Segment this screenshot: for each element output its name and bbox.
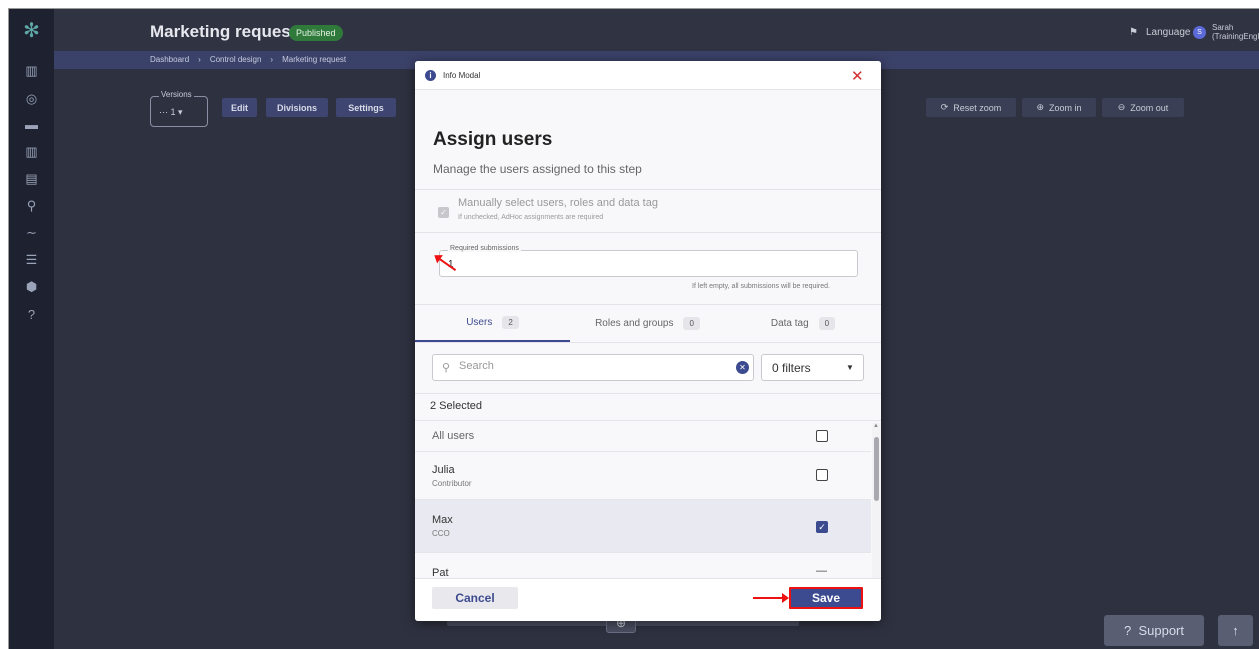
list-item[interactable]: All users — [415, 421, 871, 452]
user-menu[interactable]: Sarah (TrainingEnglish) — [1212, 23, 1259, 41]
page-title: Marketing request — [150, 22, 297, 41]
user-name: Julia — [432, 464, 455, 476]
zoom-in-icon: ⊕ — [1036, 102, 1050, 112]
library-icon[interactable]: ▤ — [9, 168, 54, 190]
modal-subtitle: Manage the users assigned to this step — [433, 162, 642, 176]
versions-select[interactable]: Versions ⋯ 1 ▾ — [150, 90, 208, 127]
status-badge: Published — [289, 25, 343, 41]
question-icon: ? — [1123, 623, 1139, 638]
zoom-in-button[interactable]: ⊕ Zoom in — [1022, 98, 1096, 117]
list-item[interactable]: Pat — — [415, 553, 871, 579]
top-header: Marketing request Published ⚑ Language S … — [54, 9, 1259, 51]
dashboard-icon[interactable]: ▥ — [9, 60, 54, 82]
search-input[interactable] — [459, 360, 719, 372]
manual-select-label: Manually select users, roles and data ta… — [458, 197, 658, 209]
selected-count: 2 Selected — [430, 400, 482, 412]
breadcrumb-item-marketing-request: Marketing request — [282, 55, 347, 64]
list-item[interactable]: Julia Contributor — [415, 452, 871, 500]
divisions-button[interactable]: Divisions — [266, 98, 328, 117]
tab-roles-and-groups[interactable]: Roles and groups 0 — [570, 304, 725, 342]
list-scrollbar[interactable]: ▲ ▼ — [872, 423, 881, 599]
tab-users[interactable]: Users 2 — [415, 304, 570, 342]
shield-gear-icon[interactable]: ⬢ — [9, 276, 54, 298]
zoom-out-button[interactable]: ⊖ Zoom out — [1102, 98, 1184, 117]
check-circle-icon[interactable]: ◎ — [9, 88, 54, 110]
user-name: Sarah — [1212, 23, 1234, 32]
breadcrumb-item-dashboard[interactable]: Dashboard — [150, 55, 189, 64]
settings-button[interactable]: Settings — [336, 98, 396, 117]
flag-icon: ⚑ — [1129, 27, 1138, 38]
user-role: CCO — [432, 529, 450, 538]
tab-users-count: 2 — [502, 315, 519, 329]
manual-select-checkbox[interactable]: ✓ — [438, 207, 449, 218]
required-submissions-label: Required submissions — [448, 245, 521, 252]
close-icon[interactable]: ✕ — [851, 67, 864, 85]
filters-dropdown[interactable]: 0 filters ▼ — [761, 354, 864, 381]
annotation-arrow — [753, 593, 789, 603]
divider — [415, 393, 881, 394]
assign-users-modal: i Info Modal ✕ Assign users Manage the u… — [415, 61, 881, 621]
versions-label: Versions — [159, 90, 194, 99]
scroll-thumb[interactable] — [874, 437, 879, 501]
left-nav-rail: ✻ ▥ ◎ ▬ ▥ ▤ ⚲ ∼ ☰ ⬢ ? — [9, 9, 54, 649]
reset-zoom-button[interactable]: ⟳ Reset zoom — [926, 98, 1016, 117]
reset-icon: ⟳ — [940, 102, 954, 112]
filters-label: 0 filters — [772, 361, 811, 375]
help-icon[interactable]: ? — [9, 303, 54, 325]
chevron-right-icon: › — [198, 55, 201, 64]
required-submissions-field[interactable]: Required submissions 1 — [439, 245, 858, 277]
modal-footer: Cancel Save — [415, 578, 881, 621]
user-role: Contributor — [432, 479, 472, 488]
versions-value: ⋯ 1 ▾ — [159, 107, 183, 117]
zoom-out-icon: ⊖ — [1117, 102, 1131, 112]
cancel-button[interactable]: Cancel — [432, 587, 518, 609]
save-button[interactable]: Save — [789, 587, 863, 609]
modal-type-label: Info Modal — [443, 71, 481, 80]
chevron-right-icon: › — [270, 55, 274, 64]
search-box: ⚲ ✕ — [432, 354, 754, 381]
language-selector[interactable]: ⚑ Language — [1129, 27, 1190, 38]
indeterminate-icon[interactable]: — — [816, 565, 827, 577]
support-button[interactable]: ? Support — [1104, 615, 1204, 646]
modal-body: Assign users Manage the users assigned t… — [415, 90, 881, 599]
manual-select-help: If unchecked, AdHoc assignments are requ… — [458, 214, 604, 221]
clear-search-icon[interactable]: ✕ — [736, 361, 749, 374]
language-label: Language — [1145, 27, 1191, 38]
trend-icon[interactable]: ∼ — [9, 222, 54, 244]
checkbox-checked[interactable]: ✓ — [816, 521, 828, 533]
list-item[interactable]: Max CCO ✓ — [415, 500, 871, 553]
info-icon: i — [425, 70, 436, 81]
chat-icon[interactable]: ▬ — [9, 113, 54, 135]
search-icon: ⚲ — [442, 362, 451, 374]
tab-data-tag-count: 0 — [818, 316, 836, 330]
user-name: All users — [432, 430, 475, 442]
scroll-top-button[interactable]: ↑ — [1218, 615, 1253, 646]
checkbox[interactable] — [816, 430, 828, 442]
divider — [415, 342, 881, 343]
tab-roles-count: 0 — [683, 316, 700, 330]
divider — [415, 189, 881, 190]
user-context: (TrainingEnglish) — [1212, 32, 1259, 41]
scroll-up-icon[interactable]: ▲ — [873, 423, 879, 429]
caret-down-icon: ▼ — [846, 363, 854, 372]
edit-button[interactable]: Edit — [222, 98, 257, 117]
user-name: Max — [432, 514, 453, 526]
tab-data-tag[interactable]: Data tag 0 — [725, 304, 881, 342]
modal-title: Assign users — [433, 129, 553, 150]
reports-icon[interactable]: ▥ — [9, 141, 54, 163]
avatar[interactable]: S — [1193, 26, 1206, 39]
breadcrumb-item-control-design[interactable]: Control design — [210, 55, 262, 64]
app-window: ✻ ▥ ◎ ▬ ▥ ▤ ⚲ ∼ ☰ ⬢ ? Marketing request … — [8, 8, 1259, 649]
checkbox[interactable] — [816, 469, 828, 481]
required-submissions-help: If left empty, all submissions will be r… — [692, 283, 830, 290]
search-nav-icon[interactable]: ⚲ — [9, 195, 54, 217]
sliders-icon[interactable]: ☰ — [9, 249, 54, 271]
modal-header: i Info Modal ✕ — [415, 61, 881, 90]
breadcrumb: Dashboard › Control design › Marketing reque… — [150, 55, 346, 64]
divider — [415, 232, 881, 233]
arrow-up-icon: ↑ — [1232, 623, 1239, 638]
app-logo-icon[interactable]: ✻ — [9, 9, 54, 51]
